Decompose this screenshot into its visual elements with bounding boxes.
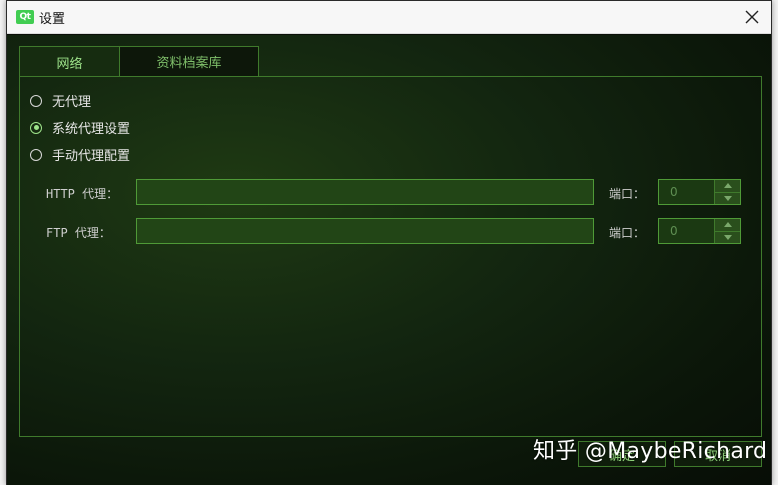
watermark-text: 知乎 @MaybeRichard (533, 439, 768, 464)
window-title: 设置 (39, 11, 66, 27)
ftp-proxy-label: FTP 代理： (46, 226, 111, 240)
arrow-up-icon (723, 183, 732, 189)
radio-label: 手动代理配置 (52, 149, 131, 164)
radio-manual-proxy[interactable]: 手动代理配置 (30, 145, 130, 164)
settings-dialog: Qt 设置 网络 资料档案库 无代理 系统代理设置 手动代理配置 HTTP 代理… (6, 0, 772, 485)
arrow-up-icon (723, 222, 732, 228)
spin-up-button[interactable] (715, 219, 740, 231)
http-port-spinbox[interactable]: 0 (658, 179, 741, 205)
spin-buttons (714, 180, 740, 204)
arrow-down-icon (723, 195, 732, 201)
http-port-value[interactable]: 0 (659, 180, 714, 204)
ftp-port-label: 端口： (609, 226, 646, 240)
tab-repository[interactable]: 资料档案库 (120, 46, 259, 76)
spin-buttons (714, 219, 740, 243)
http-proxy-label: HTTP 代理： (46, 187, 119, 201)
arrow-down-icon (723, 234, 732, 240)
spin-down-button[interactable] (715, 230, 740, 243)
spin-down-button[interactable] (715, 191, 740, 204)
close-button[interactable] (737, 3, 767, 31)
http-proxy-input[interactable] (136, 179, 594, 205)
radio-system-proxy[interactable]: 系统代理设置 (30, 118, 130, 137)
http-port-label: 端口： (609, 187, 646, 201)
tab-bar: 网络 资料档案库 (19, 46, 259, 77)
radio-no-proxy[interactable]: 无代理 (30, 91, 91, 110)
network-pane: 无代理 系统代理设置 手动代理配置 HTTP 代理： 端口： 0 FTP 代理：… (19, 76, 762, 437)
radio-indicator-checked[interactable] (30, 121, 42, 134)
ftp-port-value[interactable]: 0 (659, 219, 714, 243)
radio-label: 无代理 (52, 95, 92, 110)
qt-logo-icon: Qt (16, 10, 34, 24)
dialog-content: 网络 资料档案库 无代理 系统代理设置 手动代理配置 HTTP 代理： 端口： … (7, 35, 771, 485)
tab-network[interactable]: 网络 (19, 46, 120, 77)
close-icon (745, 10, 759, 24)
radio-dot (33, 125, 39, 130)
radio-indicator[interactable] (30, 94, 42, 107)
ftp-port-spinbox[interactable]: 0 (658, 218, 741, 244)
title-bar: Qt 设置 (7, 1, 771, 34)
radio-indicator[interactable] (30, 148, 42, 161)
radio-label: 系统代理设置 (52, 122, 131, 137)
spin-up-button[interactable] (715, 180, 740, 192)
ftp-proxy-input[interactable] (136, 218, 594, 244)
